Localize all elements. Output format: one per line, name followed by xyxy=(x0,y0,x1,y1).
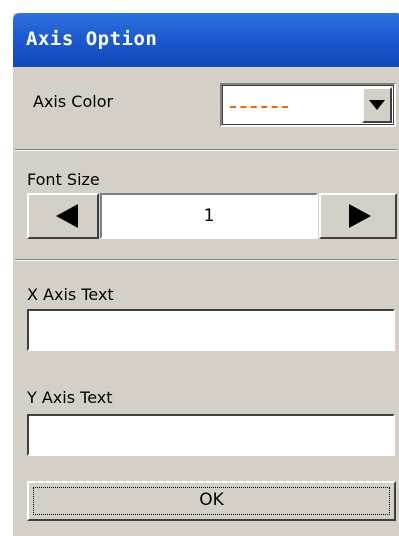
ok-button[interactable]: OK xyxy=(27,481,396,521)
y-axis-text-field[interactable] xyxy=(27,414,395,456)
separator xyxy=(15,149,397,151)
x-axis-text-label: X Axis Text xyxy=(27,285,114,304)
font-size-increment-button[interactable] xyxy=(319,193,397,239)
triangle-down-icon xyxy=(369,100,385,110)
window-title: Axis Option xyxy=(26,28,158,50)
separator xyxy=(15,259,397,261)
triangle-left-icon xyxy=(56,204,78,228)
focus-rectangle xyxy=(33,487,390,515)
font-size-decrement-button[interactable] xyxy=(27,193,99,239)
x-axis-text-field[interactable] xyxy=(27,309,395,351)
title-bar[interactable]: Axis Option xyxy=(13,13,399,67)
font-size-label: Font Size xyxy=(27,170,100,189)
color-swatch xyxy=(230,106,288,108)
y-axis-text-label: Y Axis Text xyxy=(27,388,113,407)
axis-option-dialog: Axis Option Axis Color Font Size 1 X Axi… xyxy=(13,13,399,536)
axis-color-dropdown-button[interactable] xyxy=(362,87,392,123)
triangle-right-icon xyxy=(349,204,371,228)
axis-color-dropdown[interactable] xyxy=(220,83,396,127)
font-size-value: 1 xyxy=(100,193,318,239)
axis-color-label: Axis Color xyxy=(33,92,114,111)
